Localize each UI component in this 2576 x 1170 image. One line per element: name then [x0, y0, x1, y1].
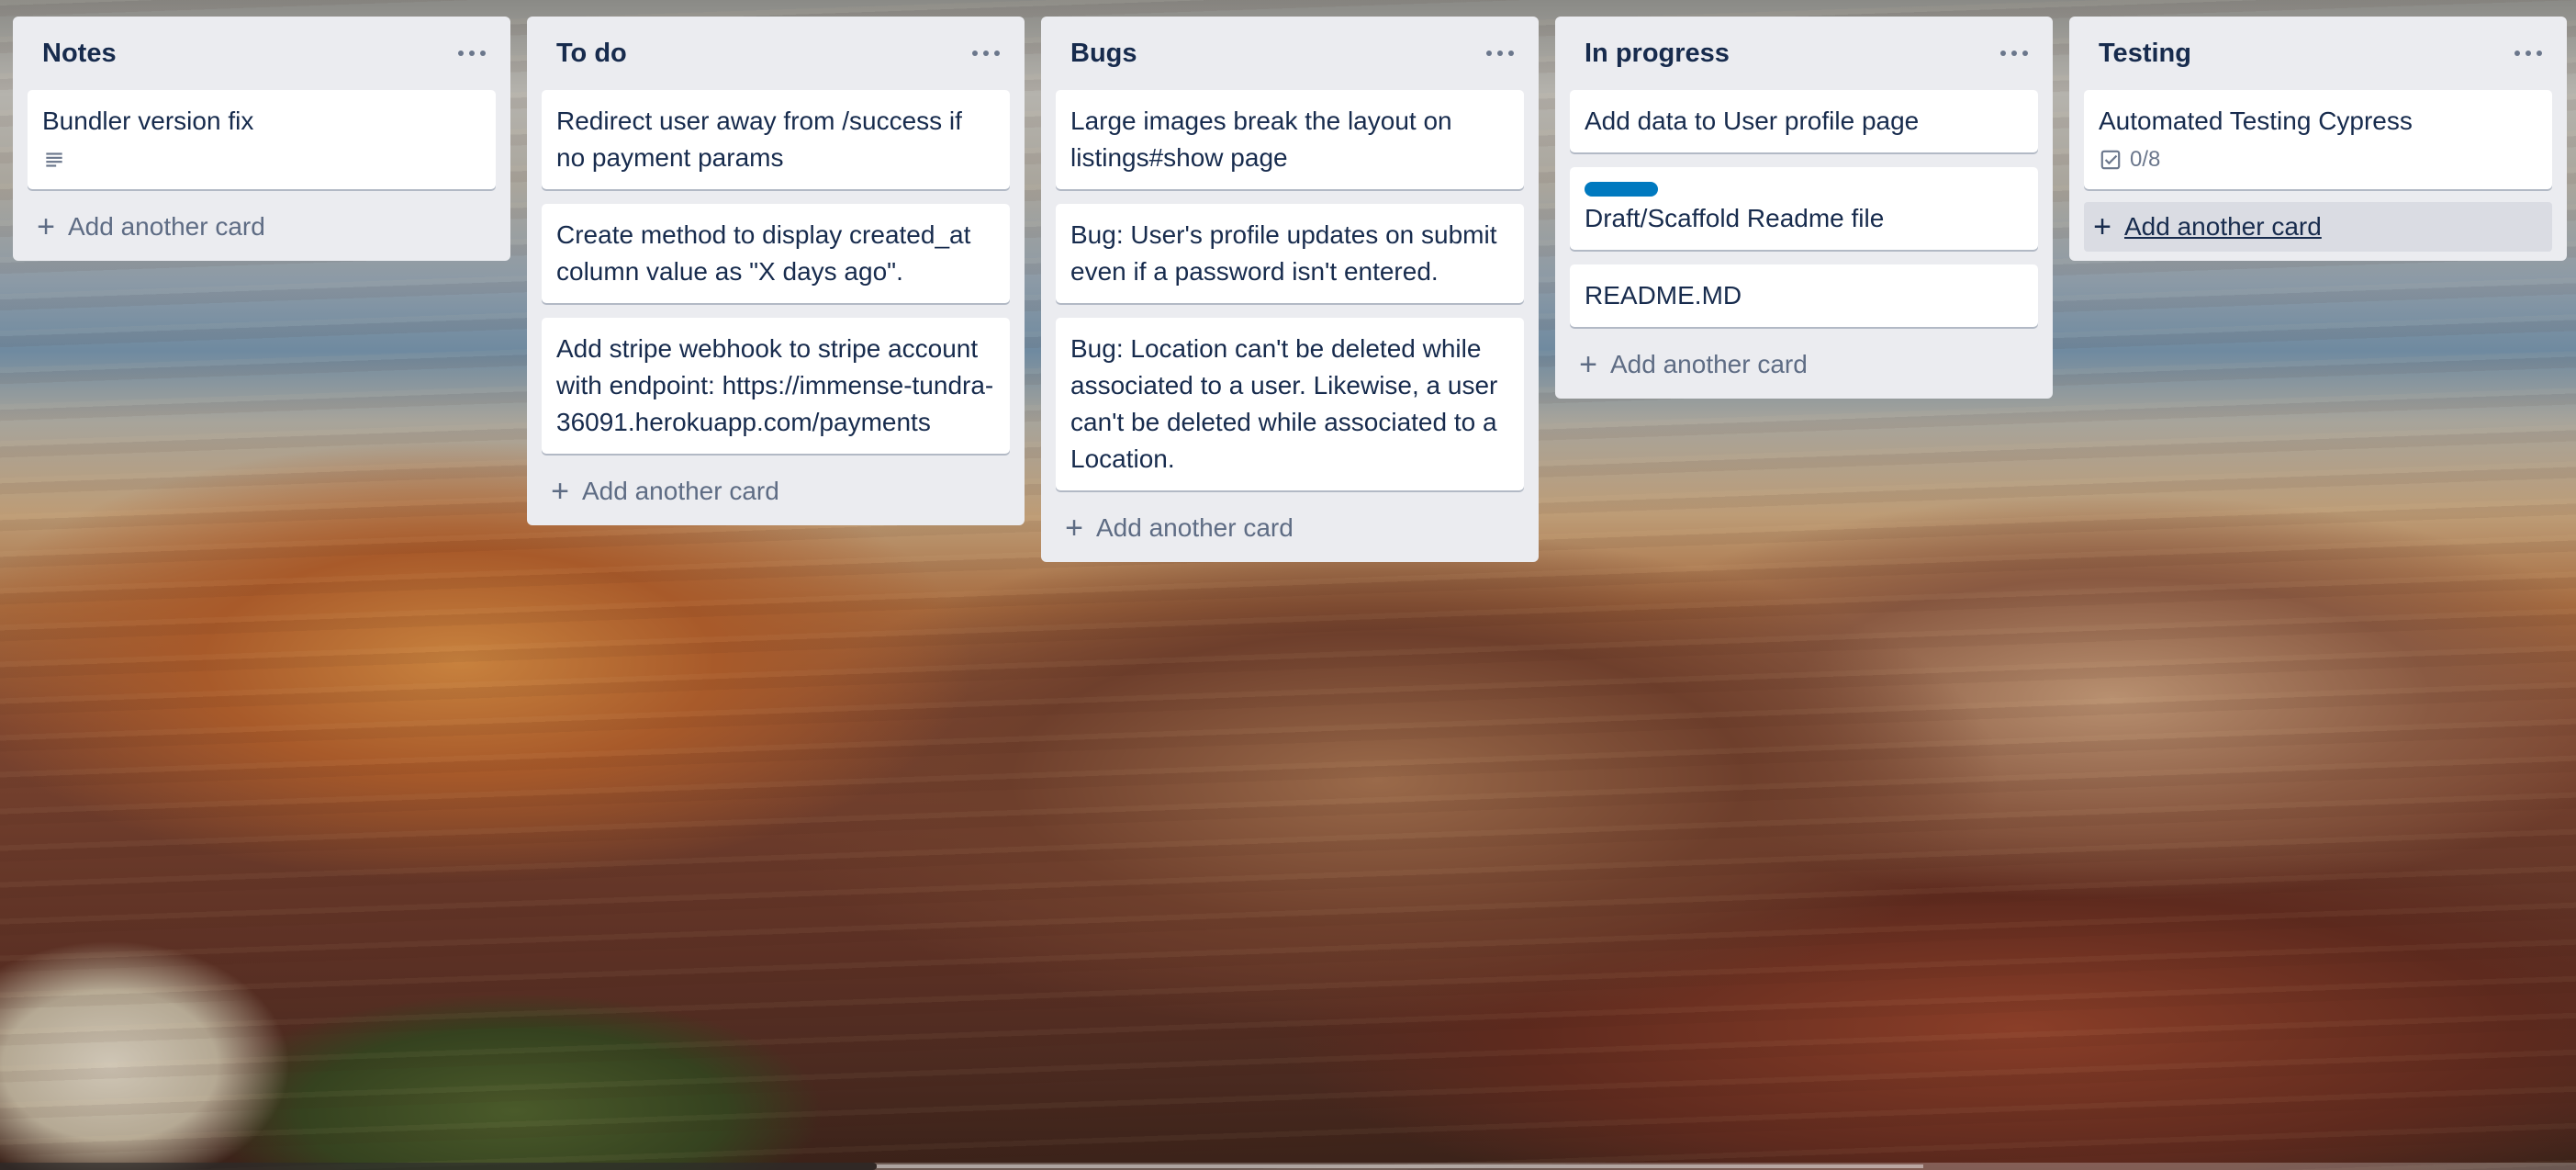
scrollbar-track — [877, 1164, 1923, 1168]
checklist-count: 0/8 — [2130, 147, 2161, 172]
card[interactable]: Redirect user away from /success if no p… — [542, 90, 1010, 189]
card[interactable]: Add stripe webhook to stripe account wit… — [542, 318, 1010, 454]
card[interactable]: Draft/Scaffold Readme file — [1570, 167, 2038, 250]
add-card-button[interactable]: + Add another card — [542, 467, 1010, 516]
add-card-button[interactable]: + Add another card — [2084, 202, 2552, 252]
list-menu-ellipsis-icon[interactable] — [452, 39, 492, 68]
card-badges — [42, 143, 481, 176]
list-menu-ellipsis-icon[interactable] — [2508, 39, 2548, 68]
add-card-button[interactable]: + Add another card — [28, 202, 496, 252]
list-in-progress: In progress Add data to User profile pag… — [1555, 17, 2053, 399]
card[interactable]: Add data to User profile page — [1570, 90, 2038, 152]
list-menu-ellipsis-icon[interactable] — [966, 39, 1006, 68]
plus-icon: + — [2093, 209, 2111, 244]
card-title: Bug: User's profile updates on submit ev… — [1070, 220, 1497, 286]
list-title[interactable]: Notes — [42, 39, 117, 69]
list-header: Notes — [28, 17, 496, 90]
card[interactable]: Bug: Location can't be deleted while ass… — [1056, 318, 1524, 490]
list-menu-ellipsis-icon[interactable] — [1480, 39, 1520, 68]
list-title[interactable]: In progress — [1585, 39, 1730, 69]
list-header: To do — [542, 17, 1010, 90]
card-badges: 0/8 — [2099, 143, 2537, 176]
plus-icon: + — [1065, 511, 1083, 546]
description-icon — [42, 148, 66, 172]
checklist-icon — [2099, 148, 2122, 172]
card-title: Draft/Scaffold Readme file — [1585, 204, 1885, 232]
plus-icon: + — [1579, 347, 1597, 382]
card-title: Large images break the layout on listing… — [1070, 107, 1452, 172]
card-title: Bundler version fix — [42, 107, 254, 135]
list-menu-ellipsis-icon[interactable] — [1994, 39, 2034, 68]
add-card-button[interactable]: + Add another card — [1056, 503, 1524, 553]
plus-icon: + — [37, 209, 55, 244]
card-label-blue[interactable] — [1585, 182, 1658, 197]
list-header: Testing — [2084, 17, 2552, 90]
list-title[interactable]: Testing — [2099, 39, 2191, 69]
list-header: In progress — [1570, 17, 2038, 90]
card[interactable]: Bundler version fix — [28, 90, 496, 189]
card-title: README.MD — [1585, 281, 1742, 309]
list-header: Bugs — [1056, 17, 1524, 90]
board-horizontal-scrollbar[interactable] — [0, 1163, 2576, 1170]
scrollbar-thumb[interactable] — [0, 1163, 877, 1170]
list-notes: Notes Bundler version fix + Add another … — [13, 17, 510, 261]
add-card-label: Add another card — [68, 212, 265, 241]
list-testing: Testing Automated Testing Cypress 0/8 + … — [2069, 17, 2567, 261]
list-title[interactable]: To do — [556, 39, 627, 69]
add-card-label: Add another card — [1610, 350, 1808, 378]
card[interactable]: README.MD — [1570, 264, 2038, 327]
card-title: Bug: Location can't be deleted while ass… — [1070, 334, 1498, 473]
add-card-label: Add another card — [582, 477, 779, 505]
card-title: Add data to User profile page — [1585, 107, 1920, 135]
add-card-button[interactable]: + Add another card — [1570, 340, 2038, 389]
card[interactable]: Create method to display created_at colu… — [542, 204, 1010, 303]
card[interactable]: Bug: User's profile updates on submit ev… — [1056, 204, 1524, 303]
add-card-label: Add another card — [1096, 513, 1294, 542]
list-to-do: To do Redirect user away from /success i… — [527, 17, 1025, 525]
card-title: Create method to display created_at colu… — [556, 220, 971, 286]
plus-icon: + — [551, 474, 569, 509]
list-title[interactable]: Bugs — [1070, 39, 1137, 69]
add-card-label: Add another card — [2124, 212, 2322, 241]
card-title: Automated Testing Cypress — [2099, 107, 2413, 135]
card-title: Add stripe webhook to stripe account wit… — [556, 334, 994, 436]
card[interactable]: Automated Testing Cypress 0/8 — [2084, 90, 2552, 189]
card-title: Redirect user away from /success if no p… — [556, 107, 962, 172]
card[interactable]: Large images break the layout on listing… — [1056, 90, 1524, 189]
list-bugs: Bugs Large images break the layout on li… — [1041, 17, 1539, 562]
